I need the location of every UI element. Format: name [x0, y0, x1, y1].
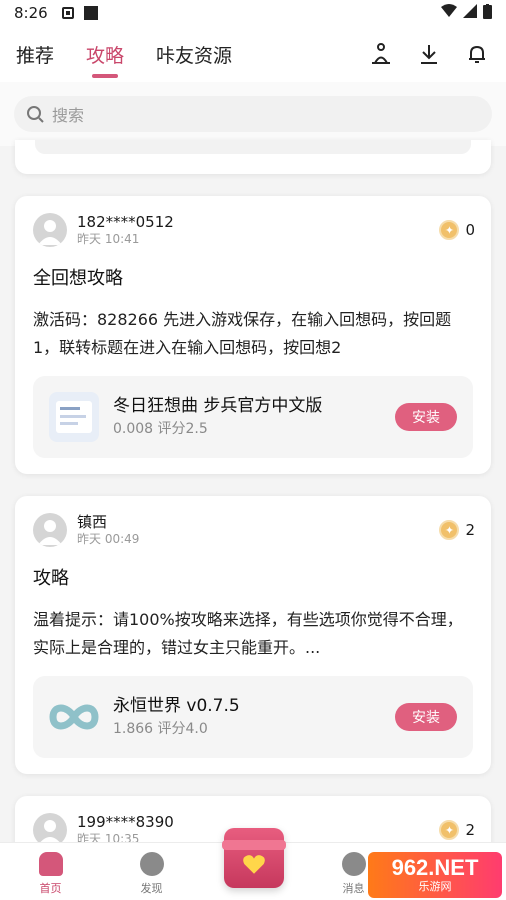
game-card[interactable]: 冬日狂想曲 步兵官方中文版 0.008 评分2.5 安装	[33, 376, 473, 458]
post-title: 全回想攻略	[33, 268, 123, 289]
post-body: 温着提示：请100%按攻略来选择，有些选项你觉得不合理，实际上是合理的，错过女主…	[33, 610, 463, 657]
post-card[interactable]: 182****0512 昨天 10:41 ✦ 0 全回想攻略 激活码：82826…	[15, 196, 491, 474]
avatar[interactable]	[33, 513, 67, 547]
status-time: 8:26	[14, 4, 48, 22]
gift-button[interactable]	[222, 828, 286, 888]
game-card[interactable]: 永恒世界 v0.7.5 1.866 评分4.0 安装	[33, 676, 473, 758]
previous-game-stub	[35, 140, 471, 154]
install-button[interactable]: 安装	[395, 703, 457, 731]
search-input[interactable]: 搜索	[14, 96, 492, 132]
bell-icon[interactable]	[464, 41, 490, 67]
message-icon	[341, 852, 366, 876]
coin-icon: ✦	[439, 820, 460, 840]
tab-guides[interactable]: 攻略	[86, 41, 124, 68]
nav-actions	[368, 41, 490, 67]
like-value: 0	[465, 221, 475, 239]
nav-discover[interactable]: 发现	[101, 852, 202, 896]
heart-icon	[243, 855, 265, 874]
post-time: 昨天 00:49	[77, 532, 140, 546]
install-button[interactable]: 安装	[395, 403, 457, 431]
game-name: 冬日狂想曲 步兵官方中文版	[113, 396, 323, 416]
status-bar: 8:26	[0, 0, 506, 26]
gamepad-icon	[139, 852, 164, 876]
search-icon	[26, 105, 44, 123]
user-name[interactable]: 199****8390	[77, 813, 174, 831]
avatar[interactable]	[33, 213, 67, 247]
site-watermark: 962.NET 乐游网	[368, 852, 502, 898]
tab-recommend[interactable]: 推荐	[16, 41, 54, 68]
top-nav: 推荐 攻略 咔友资源	[0, 26, 506, 82]
game-thumbnail	[49, 392, 99, 442]
like-count[interactable]: ✦ 0	[439, 220, 475, 240]
battery-icon	[483, 3, 492, 23]
search-area: 搜索	[0, 82, 506, 146]
coin-icon: ✦	[439, 520, 460, 540]
signal-icon	[463, 4, 477, 22]
nav-home[interactable]: 首页	[0, 852, 101, 896]
like-value: 2	[465, 521, 475, 539]
app-notification-icon	[83, 6, 98, 20]
like-value: 2	[465, 821, 475, 839]
game-name: 永恒世界 v0.7.5	[113, 696, 240, 716]
post-header: 182****0512 昨天 10:41 ✦ 0	[33, 212, 475, 248]
post-card[interactable]: 镇西 昨天 00:49 ✦ 2 攻略 温着提示：请100%按攻略来选择，有些选项…	[15, 496, 491, 774]
post-body: 激活码：828266 先进入游戏保存，在输入回想码，按回题1，联转标题在进入在输…	[33, 310, 452, 357]
nav-home-label: 首页	[39, 882, 62, 895]
like-count[interactable]: ✦ 2	[439, 820, 475, 840]
tab-resources[interactable]: 咔友资源	[156, 41, 232, 68]
search-placeholder: 搜索	[52, 106, 85, 125]
nav-discover-label: 发现	[140, 882, 163, 895]
ghost-icon	[38, 852, 63, 876]
like-count[interactable]: ✦ 2	[439, 520, 475, 540]
watermark-sub: 乐游网	[418, 880, 452, 893]
user-name[interactable]: 182****0512	[77, 213, 174, 231]
post-header: 镇西 昨天 00:49 ✦ 2	[33, 512, 475, 548]
previous-post-card[interactable]	[15, 140, 491, 174]
game-meta: 1.866 评分4.0	[113, 721, 208, 737]
coin-icon: ✦	[439, 220, 460, 240]
game-thumbnail	[49, 692, 99, 742]
post-title: 攻略	[33, 568, 69, 589]
wifi-icon	[441, 4, 457, 22]
download-icon[interactable]	[416, 41, 442, 67]
nav-messages-label: 消息	[342, 882, 365, 895]
game-meta: 0.008 评分2.5	[113, 421, 208, 437]
watermark-brand: 962.NET	[391, 855, 479, 880]
post-time: 昨天 10:41	[77, 232, 140, 246]
notification-icon	[61, 7, 74, 19]
meditation-icon[interactable]	[368, 41, 394, 67]
user-name[interactable]: 镇西	[77, 513, 139, 531]
